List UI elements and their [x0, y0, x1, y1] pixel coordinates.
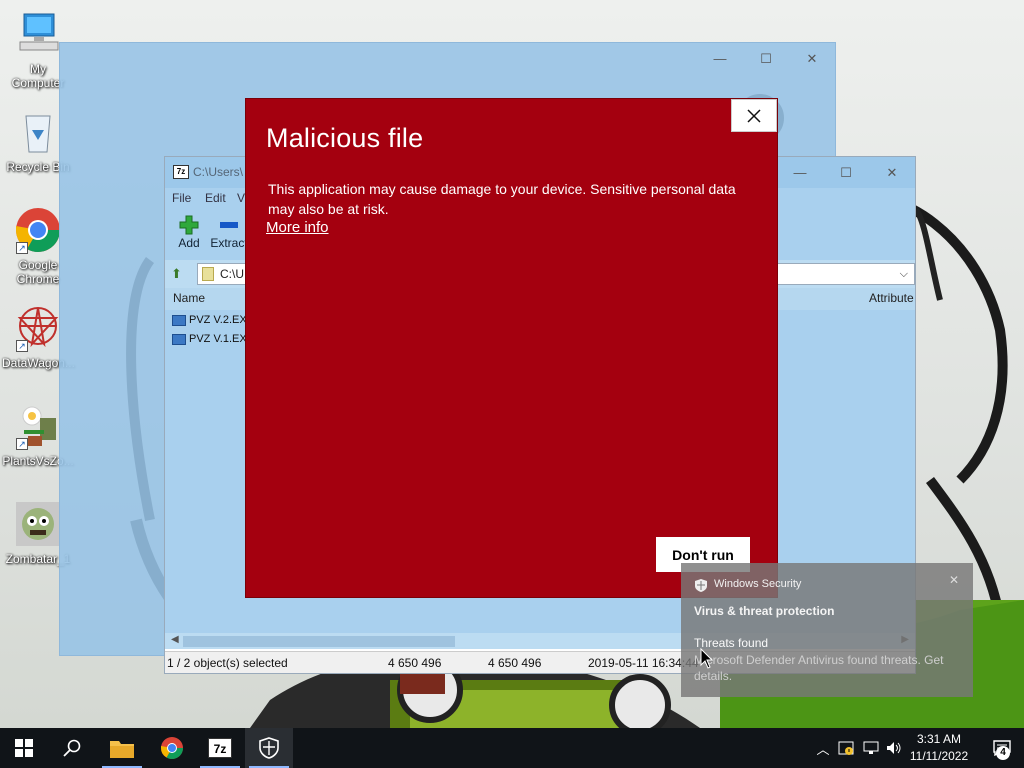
column-attributes[interactable]: Attribute — [869, 291, 914, 305]
shortcut-arrow-icon: ↗ — [16, 340, 28, 352]
folder-icon — [110, 741, 134, 758]
maximize-button[interactable]: ☐ — [823, 157, 869, 188]
status-size: 4 650 496 — [388, 656, 442, 670]
computer-icon — [14, 10, 62, 58]
tray-network[interactable] — [860, 728, 882, 768]
chevron-up-icon: ︿ — [816, 741, 830, 757]
minimize-button[interactable]: — — [777, 157, 823, 188]
notification-count-badge: 4 — [996, 746, 1010, 760]
chrome-icon — [161, 737, 183, 759]
action-center-button[interactable]: 4 — [980, 728, 1024, 768]
dialog-close-button[interactable] — [731, 99, 777, 132]
volume-icon — [887, 742, 901, 754]
toast-source-label: Windows Security — [714, 578, 802, 590]
search-button[interactable] — [48, 728, 96, 768]
taskbar: 7z ︿ 3:31 AM 11/11/2022 4 — [0, 728, 1024, 768]
tray-volume[interactable] — [883, 728, 905, 768]
close-button[interactable]: ✕ — [869, 157, 915, 188]
datawagon-icon: ↗ — [14, 304, 62, 352]
maximize-button[interactable]: ☐ — [743, 43, 789, 74]
file-name: PVZ V.1.EX — [189, 333, 247, 345]
security-notification-toast[interactable]: Windows Security ✕ Virus & threat protec… — [681, 563, 973, 697]
close-button[interactable]: ✕ — [789, 43, 835, 74]
recycle-bin-icon — [14, 108, 62, 156]
folder-icon — [202, 267, 214, 281]
taskbar-chrome[interactable] — [148, 728, 196, 768]
security-warning-icon — [838, 741, 854, 755]
exe-file-icon — [172, 315, 186, 326]
more-info-link[interactable]: More info — [266, 219, 329, 236]
column-name[interactable]: Name — [173, 291, 205, 305]
tray-security[interactable] — [836, 728, 856, 768]
dialog-message: This application may cause damage to you… — [268, 181, 736, 217]
shortcut-arrow-icon: ↗ — [16, 438, 28, 450]
scroll-left-icon[interactable]: ◀ — [171, 634, 179, 645]
smartscreen-dialog: Malicious file This application may caus… — [245, 98, 778, 598]
close-icon — [747, 108, 761, 123]
start-button[interactable] — [0, 728, 48, 768]
search-icon — [63, 739, 81, 757]
dismiss-icon[interactable]: ✕ — [949, 573, 959, 587]
close-icon: ✕ — [886, 164, 898, 180]
chrome-icon: ↗ — [14, 206, 62, 254]
show-hidden-icons-button[interactable]: ︿ — [812, 728, 834, 768]
status-packed: 4 650 496 — [488, 656, 542, 670]
7zip-icon: 7z — [173, 165, 189, 179]
maximize-icon: ☐ — [840, 164, 852, 180]
7zip-icon: 7z — [208, 738, 232, 758]
plants-vs-zombies-icon: ↗ — [14, 402, 62, 450]
shield-icon — [259, 737, 279, 759]
path-value: C:\U — [220, 267, 244, 281]
minimize-icon: — — [713, 51, 727, 66]
scroll-thumb[interactable] — [183, 636, 455, 647]
up-folder-icon[interactable]: ⬆ — [171, 266, 187, 282]
dialog-title: Malicious file — [266, 123, 424, 153]
taskbar-clock[interactable]: 3:31 AM 11/11/2022 — [904, 731, 974, 765]
menu-file[interactable]: File — [172, 191, 191, 205]
mouse-cursor-icon — [700, 648, 714, 669]
exe-file-icon — [172, 334, 186, 345]
network-icon — [863, 741, 879, 754]
taskbar-7zip[interactable]: 7z — [196, 728, 244, 768]
taskbar-windows-security[interactable] — [245, 728, 293, 768]
toast-body: Microsoft Defender Antivirus found threa… — [694, 653, 944, 683]
clock-time: 3:31 AM — [916, 732, 962, 746]
shortcut-arrow-icon: ↗ — [16, 242, 28, 254]
shield-icon — [695, 579, 707, 592]
clock-date: 11/11/2022 — [909, 749, 969, 763]
close-icon: ✕ — [806, 50, 818, 66]
file-name: PVZ V.2.EX — [189, 314, 247, 326]
taskbar-file-explorer[interactable] — [98, 728, 146, 768]
minimize-button[interactable]: — — [697, 43, 743, 74]
minimize-icon: — — [793, 165, 807, 180]
windows-logo-icon — [15, 739, 33, 757]
menu-view[interactable]: V — [237, 191, 245, 205]
toast-heading: Virus & threat protection — [694, 604, 835, 618]
menu-edit[interactable]: Edit — [205, 191, 226, 205]
window-title: C:\Users\ — [193, 165, 244, 179]
maximize-icon: ☐ — [760, 50, 772, 66]
zombatar-icon — [14, 500, 62, 548]
status-selection: 1 / 2 object(s) selected — [167, 656, 288, 670]
chevron-down-icon[interactable]: ⌵ — [900, 264, 908, 284]
